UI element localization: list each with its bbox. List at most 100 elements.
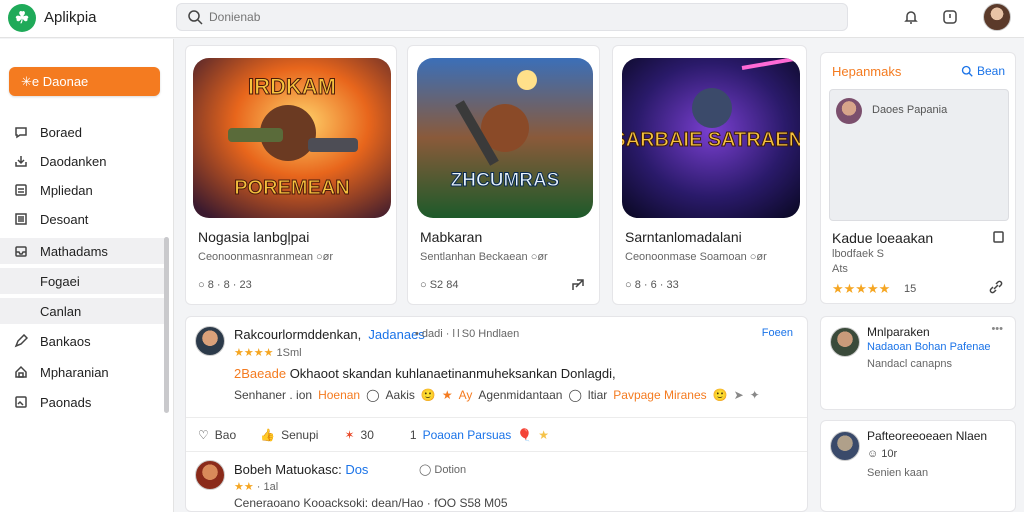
sidebar-item-fogaei[interactable]: Fogaei (0, 268, 168, 294)
avatar (836, 98, 862, 124)
document-icon (15, 184, 27, 196)
sidebar-scrollbar[interactable] (164, 237, 169, 413)
search-icon (188, 10, 203, 25)
post-meta: • dadi · l l S0 Hndlaen (415, 328, 520, 340)
image-icon (15, 396, 27, 408)
game-title[interactable]: Nogasia lanbgļpai (198, 229, 309, 245)
sidebar-item-label: Fogaei (40, 273, 80, 289)
star-icon[interactable]: ✶ (344, 428, 354, 442)
sidebar-item-label: Paonads (40, 394, 92, 410)
pin-icon[interactable]: ✦ (750, 388, 760, 402)
game-subtitle: Ceonoonmase Soamoan ○ør (625, 251, 767, 263)
sidebar-item-paonads[interactable]: Paonads (0, 389, 168, 415)
sidebar-item-mpliedan[interactable]: Mpliedan (0, 177, 168, 203)
sidebar-item-label: Daodanken (40, 153, 107, 169)
suggestion-card[interactable]: Mnlparaken ••• Nadaoan Bohan Pafenae Nan… (820, 316, 1016, 410)
sidebar-item-label: Mpliedan (40, 182, 93, 198)
divider (186, 451, 807, 452)
thumbs-up-icon[interactable]: 👍 (260, 428, 275, 442)
sidebar-item-label: Bankaos (40, 333, 91, 349)
game-title[interactable]: Sarntanlomadalani (625, 229, 742, 245)
action-label[interactable]: ltiar (588, 388, 607, 402)
more-options-icon[interactable]: ••• (991, 323, 1003, 335)
suggestion-emoji: ☺ 10r (867, 448, 898, 460)
panel-title[interactable]: Kadue loeaakan (832, 230, 933, 246)
user-avatar[interactable] (983, 3, 1011, 31)
inbox-icon (15, 246, 27, 257)
suggestion-name[interactable]: Pafteoreeoeaen Nlaen (867, 429, 987, 443)
search-bar[interactable] (176, 3, 848, 31)
game-art-subtitle: POREMEAN (234, 177, 350, 199)
post-author[interactable]: Bobeh Matuokasc: Dos (234, 462, 368, 477)
chat-bubble-icon[interactable]: ◯ (568, 388, 581, 402)
panel-line-1: lbodfaek S (832, 248, 884, 260)
sidebar-item-bankaos[interactable]: Bankaos (0, 328, 168, 354)
create-button[interactable]: ✳e Daonae (9, 67, 160, 96)
post-body: Ceneraoano Kooacksoki: dean/Hao · fOO S5… (234, 496, 508, 510)
list-icon (15, 213, 27, 225)
action-label[interactable]: Agenmidantaan (478, 388, 562, 402)
avatar (830, 431, 860, 461)
emoji-icon: 🙂 (712, 388, 728, 402)
sidebar-item-label: Canlan (40, 303, 82, 319)
copy-icon[interactable] (991, 230, 1005, 244)
game-card[interactable]: IRDKAM POREMEAN Nogasia lanbgļpai Ceonoo… (185, 45, 397, 305)
heart-icon[interactable]: ♡ (198, 428, 209, 442)
clock-icon[interactable] (941, 8, 959, 26)
sidebar-item-mathadams[interactable]: Mathadams (0, 238, 168, 264)
suggestion-note: Nandacl canapns (867, 358, 953, 370)
suggestion-note: Senien kaan (867, 467, 929, 479)
link-icon[interactable] (989, 280, 1003, 294)
app-logo-icon[interactable]: ☘ (8, 4, 36, 32)
game-thumbnail[interactable]: IRDKAM POREMEAN (193, 58, 391, 218)
number-label: 1 (409, 428, 417, 442)
sidebar-item-mpharanian[interactable]: Mpharanian (0, 359, 168, 385)
feed-badge[interactable]: Foeen (762, 327, 793, 339)
suggestion-card[interactable]: Pafteoreeoeaen Nlaen ☺ 10r Senien kaan (820, 420, 1016, 512)
suggestion-name[interactable]: Mnlparaken (867, 325, 930, 339)
bell-icon[interactable] (902, 8, 920, 26)
sidebar-item-desoant[interactable]: Desoant (0, 206, 168, 232)
star-icon[interactable]: ★ (538, 428, 549, 442)
chat-bubble-icon[interactable]: ◯ (366, 388, 379, 402)
panel-search-link[interactable]: Bean (961, 64, 1005, 78)
sidebar-item-canlan[interactable]: Canlan (0, 298, 168, 324)
share-icon[interactable] (571, 278, 585, 292)
post-author[interactable]: Rakcourlormddenkan, Jadanaes (234, 327, 425, 342)
game-thumbnail[interactable]: ZHCUMRAS (417, 58, 593, 218)
share-icon[interactable]: ➤ (734, 388, 744, 402)
tag-link[interactable]: Poaoan Parsuas (423, 428, 512, 442)
game-card[interactable]: SARBAIE SATRAEN! Sarntanlomadalani Ceono… (612, 45, 807, 305)
game-thumbnail[interactable]: SARBAIE SATRAEN! (622, 58, 800, 218)
sidebar-item-boraed[interactable]: Boraed (0, 119, 168, 145)
star-icon[interactable]: ★ (442, 388, 453, 402)
post-rating: ★★ · 1al (234, 481, 279, 493)
game-card[interactable]: ZHCUMRAS Mabkaran Sentlanhan Beckaean ○ø… (407, 45, 600, 305)
sidebar-item-daodanken[interactable]: Daodanken (0, 148, 168, 174)
action-label[interactable]: Aakis (386, 388, 415, 402)
action-tag[interactable]: Hoenan (318, 388, 360, 402)
divider (186, 417, 807, 418)
post-rating: ★★★★ 1Sml (234, 347, 302, 359)
preview-media[interactable]: Daoes Papania (829, 89, 1009, 221)
suggestion-handle[interactable]: Nadaoan Bohan Pafenae (867, 341, 991, 353)
emoji-icon: 🎈 (517, 428, 533, 442)
game-stats: ○ S2 84 (420, 279, 459, 291)
top-bar: ☘ Aplikpia (0, 0, 1024, 38)
pen-icon (14, 334, 28, 348)
save-label[interactable]: Senupi (281, 428, 318, 442)
action-tag[interactable]: Pavpage Miranes (613, 388, 706, 402)
download-icon (15, 156, 27, 167)
game-title[interactable]: Mabkaran (420, 229, 482, 245)
post-body: 2Baeade Okhaoot skandan kuhlanaetinanmuh… (234, 366, 616, 381)
action-reply[interactable]: Senhaner . ion (234, 388, 312, 402)
avatar[interactable] (195, 460, 225, 490)
action-label[interactable]: Ay (459, 388, 473, 402)
like-label[interactable]: Bao (215, 428, 236, 442)
post-actions: Senhaner . ion Hoenan ◯ Aakis 🙂 ★ Ay Age… (234, 388, 760, 402)
search-input[interactable] (209, 9, 809, 25)
sidebar-item-label: Mpharanian (40, 364, 109, 380)
avatar[interactable] (195, 326, 225, 356)
game-stats: ○ 8 · 8 · 23 (198, 279, 252, 291)
sidebar: ✳e Daonae Boraed Daodanken Mpliedan Deso… (0, 39, 174, 512)
